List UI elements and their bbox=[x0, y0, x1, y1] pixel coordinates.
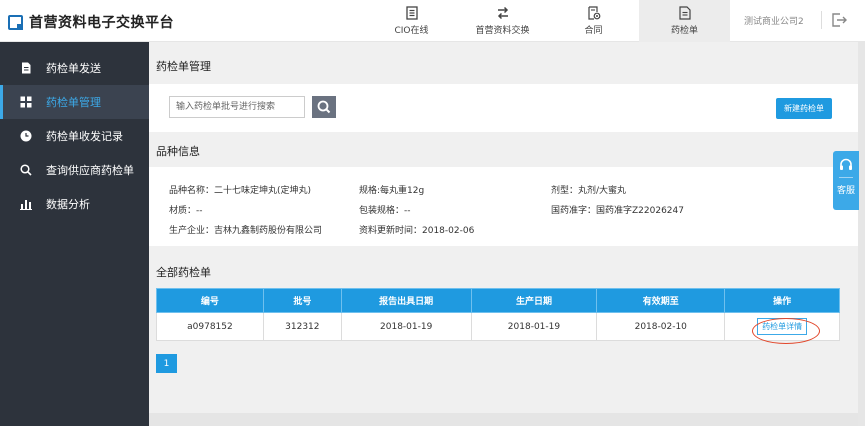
sidebar-item-label: 数据分析 bbox=[46, 198, 90, 211]
nav-cio-online[interactable]: CIO在线 bbox=[366, 0, 457, 42]
top-header: 首营资料电子交换平台 CIO在线 首营资料交换 合同 药检单 测试商业公司2 bbox=[0, 0, 865, 42]
report-detail-button[interactable]: 药检单详情 bbox=[757, 318, 808, 335]
product-material: 材质：-- bbox=[169, 206, 203, 216]
sidebar-item-records[interactable]: 药检单收发记录 bbox=[0, 119, 149, 153]
product-package: 包装规格：-- bbox=[359, 206, 411, 216]
column-header-production-date: 生产日期 bbox=[470, 288, 598, 313]
cell-action: 药检单详情 bbox=[724, 312, 840, 341]
search-bar-card: 新建药检单 bbox=[149, 84, 862, 132]
nav-label: CIO在线 bbox=[394, 26, 429, 36]
product-dosage-form: 剂型：丸剂/大蜜丸 bbox=[551, 186, 627, 196]
column-header-action: 操作 bbox=[724, 288, 840, 313]
product-manufacturer: 生产企业：吉林九鑫制药股份有限公司 bbox=[169, 226, 323, 236]
nav-label: 首营资料交换 bbox=[475, 26, 530, 36]
nav-label: 药检单 bbox=[670, 26, 698, 36]
top-nav: CIO在线 首营资料交换 合同 药检单 bbox=[366, 0, 730, 42]
document-list-icon bbox=[405, 6, 418, 20]
logout-icon[interactable] bbox=[830, 11, 848, 29]
product-updated-time: 资料更新时间：2018-02-06 bbox=[359, 226, 475, 236]
company-name[interactable]: 测试商业公司2 bbox=[744, 14, 804, 27]
product-info-card: 品种名称：二十七味定坤丸(定坤丸) 规格:每丸重12g 剂型：丸剂/大蜜丸 材质… bbox=[149, 167, 862, 246]
grid-icon bbox=[20, 96, 32, 108]
customer-service-label: 客服 bbox=[836, 186, 855, 196]
sidebar-item-send[interactable]: 药检单发送 bbox=[0, 51, 149, 85]
nav-label: 合同 bbox=[584, 26, 603, 36]
table-header-row: 编号 批号 报告出具日期 生产日期 有效期至 操作 bbox=[156, 288, 840, 313]
column-header-id: 编号 bbox=[156, 288, 264, 313]
sidebar-item-label: 药检单管理 bbox=[46, 96, 101, 109]
page-title: 药检单管理 bbox=[156, 60, 211, 73]
column-header-expiry: 有效期至 bbox=[596, 288, 726, 313]
nav-first-supply-exchange[interactable]: 首营资料交换 bbox=[457, 0, 548, 42]
cell-expiry: 2018-02-10 bbox=[596, 312, 726, 341]
inspection-report-table: 编号 批号 报告出具日期 生产日期 有效期至 操作 a0978152 31231… bbox=[156, 288, 840, 341]
sidebar-item-manage[interactable]: 药检单管理 bbox=[0, 85, 149, 119]
sidebar-item-label: 药检单发送 bbox=[46, 62, 101, 75]
list-section-title: 全部药检单 bbox=[156, 266, 211, 279]
search-icon bbox=[317, 100, 331, 114]
search-icon bbox=[20, 164, 32, 176]
product-section-title: 品种信息 bbox=[156, 145, 200, 158]
footer-strip bbox=[149, 413, 862, 426]
inspection-report-icon bbox=[678, 6, 691, 20]
header-divider bbox=[821, 11, 822, 29]
main-content: 药检单管理 新建药检单 品种信息 品种名称：二十七味定坤丸(定坤丸) 规格:每丸… bbox=[149, 42, 865, 426]
column-header-batch: 批号 bbox=[262, 288, 342, 313]
app-title: 首营资料电子交换平台 bbox=[29, 15, 174, 31]
sidebar-item-query-supplier[interactable]: 查询供应商药检单 bbox=[0, 153, 149, 187]
widget-divider bbox=[839, 177, 853, 178]
search-input[interactable] bbox=[169, 96, 305, 118]
cell-production-date: 2018-01-19 bbox=[470, 312, 598, 341]
cell-report-date: 2018-01-19 bbox=[340, 312, 472, 341]
sidebar-item-analytics[interactable]: 数据分析 bbox=[0, 187, 149, 221]
nav-inspection-report[interactable]: 药检单 bbox=[639, 0, 730, 42]
sidebar-item-label: 查询供应商药检单 bbox=[46, 164, 134, 177]
scrollbar-track[interactable] bbox=[858, 42, 865, 426]
nav-contract[interactable]: 合同 bbox=[548, 0, 639, 42]
file-icon bbox=[22, 62, 31, 74]
product-name: 品种名称：二十七味定坤丸(定坤丸) bbox=[169, 186, 312, 196]
column-header-report-date: 报告出具日期 bbox=[340, 288, 472, 313]
sidebar: 药检单发送 药检单管理 药检单收发记录 查询供应商药检单 数据分析 bbox=[0, 42, 149, 426]
app-logo[interactable]: 首营资料电子交换平台 bbox=[8, 12, 174, 32]
sidebar-item-label: 药检单收发记录 bbox=[46, 130, 123, 143]
search-button[interactable] bbox=[312, 96, 336, 118]
cell-batch: 312312 bbox=[262, 312, 342, 341]
pagination-page-1[interactable]: 1 bbox=[156, 354, 177, 373]
contract-icon bbox=[587, 6, 600, 20]
customer-service-widget[interactable]: 客服 bbox=[833, 151, 859, 210]
table-row: a0978152 312312 2018-01-19 2018-01-19 20… bbox=[156, 312, 840, 341]
new-inspection-report-button[interactable]: 新建药检单 bbox=[776, 98, 832, 119]
headset-icon bbox=[840, 158, 852, 170]
logo-icon bbox=[8, 14, 23, 30]
product-spec: 规格:每丸重12g bbox=[359, 186, 425, 196]
clock-icon bbox=[20, 130, 32, 142]
exchange-arrows-icon bbox=[497, 6, 508, 20]
product-approval-number: 国药准字：国药准字Z22026247 bbox=[551, 206, 684, 216]
cell-id: a0978152 bbox=[156, 312, 264, 341]
bar-chart-icon bbox=[20, 200, 32, 210]
